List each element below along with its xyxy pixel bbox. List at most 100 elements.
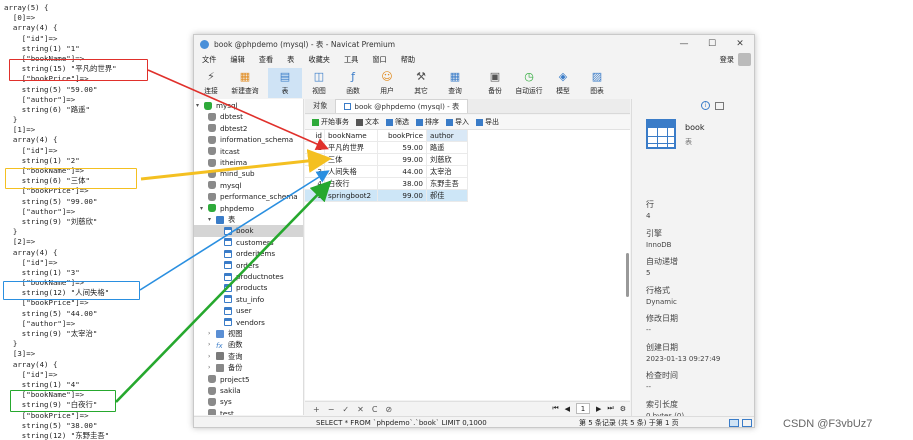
table-row[interactable]: 3 人间失格 44.00 太宰治 <box>305 166 630 178</box>
table-cell[interactable]: 38.00 <box>378 178 427 190</box>
table-cell[interactable]: 3 <box>305 166 325 178</box>
table-cell[interactable]: 太宰治 <box>427 166 468 178</box>
record-action-button[interactable]: − <box>328 405 335 414</box>
expand-arrow-icon[interactable]: ▾ <box>208 214 216 225</box>
table-cell[interactable]: 44.00 <box>378 166 427 178</box>
tree-item[interactable]: dbtest2 <box>194 123 303 134</box>
record-action-button[interactable]: ✓ <box>342 405 349 414</box>
tree-item[interactable]: user <box>194 305 303 316</box>
toolbar-btn-1[interactable]: 文本 <box>356 117 379 127</box>
tree-item[interactable]: ▾ phpdemo <box>194 203 303 214</box>
record-action-button[interactable]: C <box>372 405 378 414</box>
expand-arrow-icon[interactable]: › <box>208 339 216 350</box>
toolbar-button-5[interactable]: ☺ 用户 <box>370 68 404 98</box>
tree-item[interactable]: itcast <box>194 146 303 157</box>
toolbar-button-8[interactable]: ▣ 备份 <box>478 68 512 98</box>
tree-item[interactable]: dbtest <box>194 111 303 122</box>
table-row[interactable]: 5 springboot2 99.00 郝佳 <box>305 190 630 202</box>
toolbar-btn-2[interactable]: 筛选 <box>386 117 409 127</box>
column-header[interactable]: author <box>427 130 468 142</box>
tree-item[interactable]: › 查询 <box>194 351 303 362</box>
tree-item[interactable]: mysql <box>194 180 303 191</box>
menu-item[interactable]: 收藏夹 <box>308 55 330 65</box>
table-cell[interactable]: 平凡的世界 <box>325 142 378 154</box>
menu-item[interactable]: 工具 <box>344 55 358 65</box>
login-link[interactable]: 登录 <box>720 55 734 65</box>
column-header[interactable]: bookName <box>325 130 378 142</box>
table-cell[interactable]: 5 <box>305 190 325 202</box>
tree-item[interactable]: sakila <box>194 385 303 396</box>
tree-item[interactable]: ▾ mysql <box>194 100 303 111</box>
maximize-button[interactable]: ☐ <box>698 35 726 53</box>
table-cell[interactable]: 99.00 <box>378 154 427 166</box>
close-button[interactable]: ✕ <box>726 35 754 53</box>
toolbar-button-7[interactable]: ▦ 查询 <box>438 68 472 98</box>
table-cell[interactable]: 1 <box>305 142 325 154</box>
toolbar-button-1[interactable]: ▦ 新建查询 <box>228 68 262 98</box>
record-action-button[interactable]: ✕ <box>357 405 364 414</box>
tree-item[interactable]: › 备份 <box>194 362 303 373</box>
tree-item[interactable]: project5 <box>194 374 303 385</box>
tree-item[interactable]: information_schema <box>194 134 303 145</box>
tree-item[interactable]: itheima <box>194 157 303 168</box>
record-action-button[interactable]: + <box>313 405 320 414</box>
toolbar-button-10[interactable]: ◈ 模型 <box>546 68 580 98</box>
table-cell[interactable]: 2 <box>305 154 325 166</box>
menu-item[interactable]: 窗口 <box>372 55 386 65</box>
table-cell[interactable]: 郝佳 <box>427 190 468 202</box>
table-cell[interactable]: 刘慈欣 <box>427 154 468 166</box>
tree-item[interactable]: sys <box>194 396 303 407</box>
table-row[interactable]: 2 三体 99.00 刘慈欣 <box>305 154 630 166</box>
toolbar-button-0[interactable]: ⚡ 连接 <box>194 68 228 98</box>
expand-arrow-icon[interactable]: ▾ <box>200 203 208 214</box>
table-row[interactable]: 1 平凡的世界 59.00 路遥 <box>305 142 630 154</box>
table-cell[interactable]: 4 <box>305 178 325 190</box>
record-action-button[interactable]: ⊘ <box>385 405 392 414</box>
expand-arrow-icon[interactable]: › <box>208 328 216 339</box>
expand-arrow-icon[interactable]: ▾ <box>196 100 204 111</box>
toolbar-button-6[interactable]: ⚒ 其它 <box>404 68 438 98</box>
menu-item[interactable]: 文件 <box>202 55 216 65</box>
table-cell[interactable]: 59.00 <box>378 142 427 154</box>
toolbar-btn-4[interactable]: 导入 <box>446 117 469 127</box>
scrollbar[interactable] <box>626 253 629 297</box>
table-cell[interactable]: 99.00 <box>378 190 427 202</box>
menu-item[interactable]: 帮助 <box>401 55 415 65</box>
table-cell[interactable]: 东野圭吾 <box>427 178 468 190</box>
toolbar-btn-3[interactable]: 排序 <box>416 117 439 127</box>
grid-view-icon[interactable] <box>729 419 739 427</box>
expand-arrow-icon[interactable]: › <box>208 351 216 362</box>
tree-item[interactable]: ▾ 表 <box>194 214 303 225</box>
last-page-button[interactable]: ⏭ <box>607 404 613 413</box>
tree-item[interactable]: › 视图 <box>194 328 303 339</box>
toolbar-button-4[interactable]: ƒ 函数 <box>336 68 370 98</box>
first-page-button[interactable]: ⏮ <box>552 404 558 413</box>
toolbar-btn-0[interactable]: 开始事务 <box>312 117 349 127</box>
tree-item[interactable]: orders <box>194 260 303 271</box>
minimize-button[interactable]: — <box>670 35 698 53</box>
menu-item[interactable]: 编辑 <box>230 55 244 65</box>
toolbar-button-3[interactable]: ◫ 视图 <box>302 68 336 98</box>
page-number-input[interactable]: 1 <box>576 403 591 414</box>
form-view-icon[interactable] <box>742 419 752 427</box>
column-header[interactable]: id <box>305 130 325 142</box>
toolbar-button-11[interactable]: ▨ 图表 <box>580 68 614 98</box>
table-cell[interactable]: 路遥 <box>427 142 468 154</box>
expand-arrow-icon[interactable]: › <box>208 362 216 373</box>
tree-item[interactable]: › fx 函数 <box>194 339 303 350</box>
table-cell[interactable]: 人间失格 <box>325 166 378 178</box>
menu-item[interactable]: 查看 <box>259 55 273 65</box>
menu-item[interactable]: 表 <box>287 55 294 65</box>
tree-item[interactable]: vendors <box>194 317 303 328</box>
prev-page-button[interactable]: ◀ <box>565 405 570 413</box>
table-cell[interactable]: 三体 <box>325 154 378 166</box>
ddl-icon[interactable] <box>715 102 724 110</box>
table-cell[interactable]: 白夜行 <box>325 178 378 190</box>
column-header[interactable]: bookPrice <box>378 130 427 142</box>
table-row[interactable]: 4 白夜行 38.00 东野圭吾 <box>305 178 630 190</box>
next-page-button[interactable]: ▶ <box>596 405 601 413</box>
tab-book-table[interactable]: book @phpdemo (mysql) - 表 <box>335 99 469 113</box>
tree-item[interactable]: customers <box>194 237 303 248</box>
tree-item[interactable]: orderitems <box>194 248 303 259</box>
toolbar-btn-5[interactable]: 导出 <box>476 117 499 127</box>
